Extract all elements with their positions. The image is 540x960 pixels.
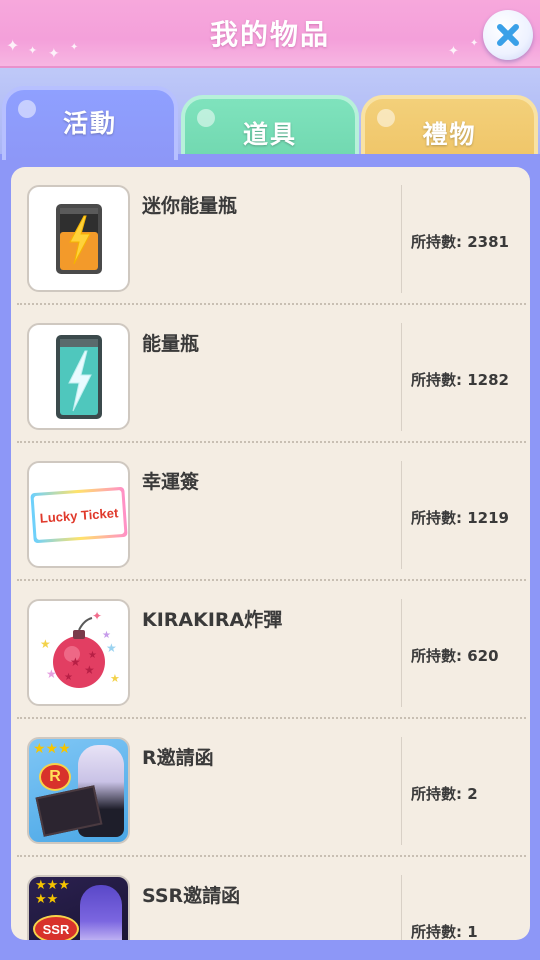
tab-label: 活動 <box>62 109 117 138</box>
item-name: SSR邀請函 <box>142 885 241 907</box>
item-thumbnail[interactable] <box>27 185 130 292</box>
r-badge-text: R <box>49 768 61 785</box>
lucky-ticket-icon: Lucky Ticket <box>29 486 128 543</box>
divider <box>401 461 402 569</box>
item-thumbnail[interactable]: Lucky Ticket <box>27 461 130 568</box>
star-icon: ★★★ <box>33 741 71 757</box>
item-name: 能量瓶 <box>142 333 200 355</box>
svg-text:★: ★ <box>70 655 81 669</box>
list-item[interactable]: ★★★ R R邀請函 所持數: 2 <box>11 719 530 857</box>
ssr-badge-text: SSR <box>42 921 70 937</box>
item-thumbnail[interactable]: ★★★ ★★ SSR <box>27 875 130 940</box>
item-count: 所持數: 1282 <box>411 371 509 389</box>
item-thumbnail[interactable] <box>27 323 130 430</box>
tab-shine <box>377 109 395 127</box>
item-count: 所持數: 1 <box>411 923 478 940</box>
svg-text:★: ★ <box>88 650 97 661</box>
divider <box>401 185 402 293</box>
item-count: 所持數: 1219 <box>411 509 509 527</box>
svg-text:★: ★ <box>102 630 111 641</box>
item-count: 所持數: 620 <box>411 647 499 665</box>
ssr-invitation-icon: ★★★ ★★ SSR <box>29 877 128 940</box>
svg-text:★: ★ <box>106 641 117 655</box>
divider <box>401 599 402 707</box>
svg-text:★: ★ <box>110 672 120 685</box>
svg-text:★: ★ <box>40 637 51 651</box>
lucky-ticket-text: Lucky Ticket <box>38 504 119 525</box>
list-item[interactable]: ★★★ ★★ SSR SSR邀請函 所持數: 1 <box>11 857 530 940</box>
svg-text:★: ★ <box>46 667 57 681</box>
item-count: 所持數: 2 <box>411 785 478 803</box>
ssr-badge: SSR <box>33 915 79 940</box>
tab-events[interactable]: 活動 <box>2 86 178 160</box>
battery-teal-icon <box>55 334 102 419</box>
battery-orange-icon <box>55 203 102 274</box>
character-art <box>80 885 122 940</box>
item-name: KIRAKIRA炸彈 <box>142 609 283 631</box>
header-bar: ✦ ✦ ✦ ✦ ✦ ✦ 我的物品 <box>0 0 540 68</box>
close-button[interactable] <box>483 10 533 60</box>
svg-text:★: ★ <box>64 672 73 683</box>
item-list[interactable]: 迷你能量瓶 所持數: 2381 能量瓶 所持數: 1282 Lucky Tick… <box>11 167 530 940</box>
svg-text:✦: ✦ <box>92 609 102 623</box>
item-name: R邀請函 <box>142 747 214 769</box>
page-title: 我的物品 <box>209 18 330 51</box>
svg-text:★: ★ <box>84 663 95 677</box>
list-item[interactable]: ✦ ★ ★ ★ ★ ★ ★ ★ ★ ★ KIRAKIRA炸彈 所持數: 620 <box>11 581 530 719</box>
list-item[interactable]: 迷你能量瓶 所持數: 2381 <box>11 167 530 305</box>
r-invitation-icon: ★★★ R <box>29 739 128 842</box>
r-badge: R <box>39 763 71 791</box>
divider <box>401 737 402 845</box>
divider <box>401 875 402 940</box>
divider <box>401 323 402 431</box>
tab-shine <box>197 109 215 127</box>
tab-shine <box>18 100 36 118</box>
list-item[interactable]: Lucky Ticket 幸運簽 所持數: 1219 <box>11 443 530 581</box>
star-bomb-icon: ✦ ★ ★ ★ ★ ★ ★ ★ ★ ★ <box>40 609 120 688</box>
item-name: 迷你能量瓶 <box>142 195 238 217</box>
item-thumbnail[interactable]: ✦ ★ ★ ★ ★ ★ ★ ★ ★ ★ <box>27 599 130 706</box>
list-item[interactable]: 能量瓶 所持數: 1282 <box>11 305 530 443</box>
item-thumbnail[interactable]: ★★★ R <box>27 737 130 844</box>
item-name: 幸運簽 <box>142 471 200 493</box>
item-count: 所持數: 2381 <box>411 233 509 251</box>
close-icon <box>497 24 519 46</box>
star-icon: ★★★ ★★ <box>35 878 70 907</box>
